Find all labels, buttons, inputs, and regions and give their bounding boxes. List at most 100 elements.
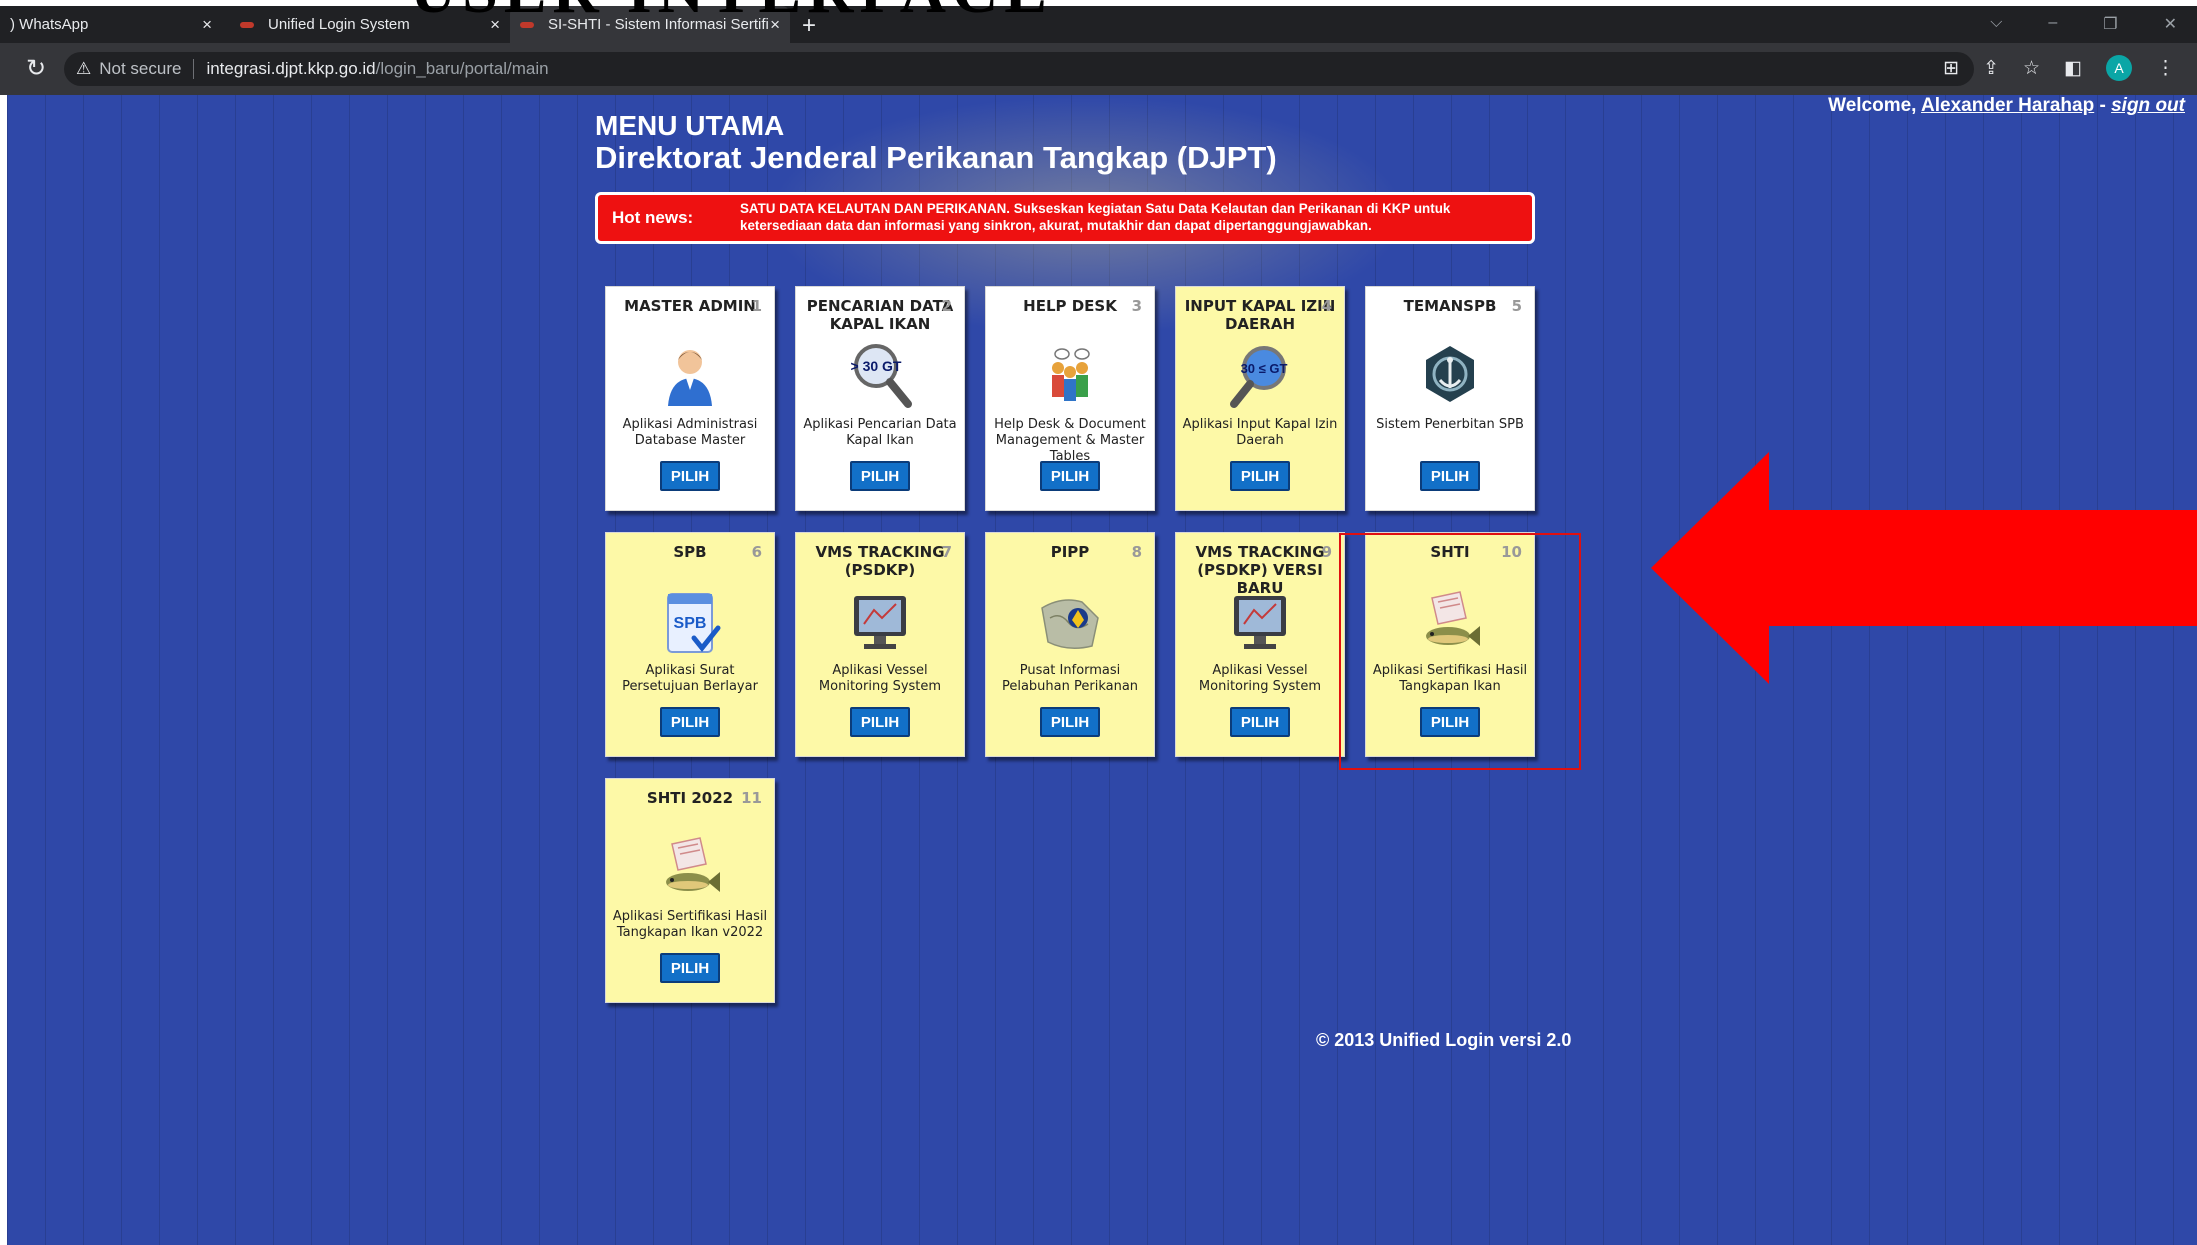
- security-status[interactable]: Not secure: [99, 59, 181, 79]
- close-icon[interactable]: ×: [202, 15, 212, 35]
- profile-avatar[interactable]: A: [2106, 55, 2132, 81]
- address-bar[interactable]: ⚠ Not secure integrasi.djpt.kkp.go.id/lo…: [64, 52, 1974, 86]
- page-subtitle: Direktorat Jenderal Perikanan Tangkap (D…: [595, 140, 1277, 175]
- bookmark-star-icon[interactable]: ☆: [2023, 57, 2040, 80]
- user-icon: [668, 350, 712, 406]
- reload-icon[interactable]: ↻: [26, 54, 46, 83]
- sign-out-link[interactable]: sign out: [2111, 95, 2185, 116]
- close-window-icon[interactable]: ✕: [2164, 14, 2177, 34]
- overlay-heading: USER INTERFACE: [410, 0, 1053, 28]
- card-description: Aplikasi Vessel Monitoring System: [818, 663, 942, 694]
- pilih-button[interactable]: PILIH: [850, 707, 910, 737]
- pilih-button[interactable]: PILIH: [660, 953, 720, 983]
- card-number: 11: [741, 789, 762, 807]
- card-description: Sistem Penerbitan SPB: [1376, 417, 1524, 432]
- card-number: 2: [941, 297, 952, 315]
- share-icon[interactable]: ⇪: [1983, 57, 1999, 80]
- url-host: integrasi.djpt.kkp.go.id: [206, 59, 376, 78]
- warning-icon[interactable]: ⚠: [76, 59, 91, 79]
- card-description: Pusat Informasi Pelabuhan Perikanan: [1001, 663, 1139, 694]
- app-card-input-kapal-izin-daerah: INPUT KAPAL IZIN DAERAH 4 30 ≤ GT Aplika…: [1175, 286, 1345, 511]
- card-description: Aplikasi Pencarian Data Kapal Ikan: [803, 417, 957, 448]
- welcome-prefix: Welcome,: [1828, 95, 1922, 116]
- site-favicon-icon: [240, 21, 254, 28]
- spb-document-icon: SPB: [667, 593, 721, 653]
- pilih-button[interactable]: PILIH: [1230, 461, 1290, 491]
- side-panel-icon[interactable]: ◧: [2064, 57, 2082, 80]
- card-number: 3: [1131, 297, 1142, 315]
- tab-search-icon[interactable]: ⌵: [1990, 14, 2002, 34]
- helpdesk-people-icon: [1052, 348, 1090, 401]
- user-name-link[interactable]: Alexander Harahap: [1921, 95, 2094, 116]
- card-title: PENCARIAN DATA KAPAL IKAN: [806, 297, 954, 333]
- pilih-button[interactable]: PILIH: [1040, 461, 1100, 491]
- toolbar-icons: ⊞ ⇪ ☆ ◧ A ⋮: [1943, 55, 2175, 81]
- card-title: PIPP: [1050, 543, 1090, 561]
- card-title: SPB: [673, 543, 707, 561]
- hot-news-ticker: Hot news: SATU DATA KELAUTAN DAN PERIKAN…: [595, 192, 1535, 244]
- url-path: /login_baru/portal/main: [375, 59, 549, 78]
- app-card-vms-tracking-versi-baru: VMS TRACKING (PSDKP) VERSI BARU 9 Aplika…: [1175, 532, 1345, 757]
- welcome-bar: Welcome, Alexander Harahap - sign out: [1828, 95, 2185, 117]
- card-number: 5: [1511, 297, 1522, 315]
- card-title: MASTER ADMIN: [624, 297, 756, 315]
- pilih-button[interactable]: PILIH: [1040, 707, 1100, 737]
- anchor-wheel-icon: [1426, 346, 1474, 402]
- translate-icon[interactable]: ⊞: [1943, 57, 1959, 80]
- app-card-spb: SPB 6 SPB Aplikasi Surat Persetujuan Ber…: [605, 532, 775, 757]
- app-card-shti-2022: SHTI 2022 11 Aplikasi Sertifikasi Hasil …: [605, 778, 775, 1003]
- card-number: 7: [941, 543, 952, 561]
- restore-icon[interactable]: ❐: [2103, 14, 2117, 34]
- fish-certificate-icon: [666, 837, 720, 892]
- pipp-map-icon: [1041, 599, 1099, 649]
- hot-news-text[interactable]: SATU DATA KELAUTAN DAN PERIKANAN. Sukses…: [740, 200, 1510, 234]
- card-title: INPUT KAPAL IZIN DAERAH: [1184, 297, 1336, 333]
- monitor-icon: [1234, 596, 1286, 649]
- browser-tab-bar: ) WhatsApp × Unified Login System × SI-S…: [0, 6, 2197, 43]
- pilih-button[interactable]: PILIH: [660, 461, 720, 491]
- app-card-vms-tracking-psdkp: VMS TRACKING (PSDKP) 7 Aplikasi Vessel M…: [795, 532, 965, 757]
- app-card-help-desk: HELP DESK 3 Help Desk & Document Managem…: [985, 286, 1155, 511]
- browser-toolbar: ↻ ⚠ Not secure integrasi.djpt.kkp.go.id /…: [0, 43, 2197, 95]
- card-number: 9: [1321, 543, 1332, 561]
- tab-title: ) WhatsApp: [10, 16, 89, 33]
- magnifier-30gt-icon: 30 ≤ GT: [1230, 346, 1288, 408]
- window-controls: ⌵ – ❐ ✕: [1990, 14, 2177, 34]
- welcome-separator: -: [2094, 95, 2112, 116]
- tab-whatsapp[interactable]: ) WhatsApp ×: [0, 6, 222, 43]
- app-card-pencarian-data-kapal-ikan: PENCARIAN DATA KAPAL IKAN 2 > 30 GT Apli…: [795, 286, 965, 511]
- card-title: HELP DESK: [1023, 297, 1117, 315]
- card-description: Help Desk & Document Management & Master…: [994, 417, 1146, 464]
- card-number: 8: [1131, 543, 1142, 561]
- monitor-icon: [854, 596, 906, 649]
- card-description: Aplikasi Input Kapal Izin Daerah: [1182, 417, 1338, 448]
- pilih-button[interactable]: PILIH: [1420, 461, 1480, 491]
- portal-page: Welcome, Alexander Harahap - sign out ME…: [7, 95, 2197, 1245]
- menu-kebab-icon[interactable]: ⋮: [2156, 57, 2175, 80]
- card-description: Aplikasi Administrasi Database Master: [622, 417, 758, 448]
- card-number: 4: [1321, 297, 1332, 315]
- card-description: Aplikasi Vessel Monitoring System: [1198, 663, 1322, 694]
- pilih-button[interactable]: PILIH: [850, 461, 910, 491]
- divider: [193, 59, 195, 79]
- card-description: Aplikasi Surat Persetujuan Berlayar: [622, 663, 758, 694]
- card-title: VMS TRACKING (PSDKP): [815, 543, 945, 579]
- icon-label: 30 ≤ GT: [1241, 361, 1288, 376]
- minimize-icon[interactable]: –: [2048, 14, 2057, 34]
- card-number: 6: [751, 543, 762, 561]
- icon-label: > 30 GT: [851, 358, 902, 374]
- card-description: Aplikasi Sertifikasi Hasil Tangkapan Ika…: [612, 909, 768, 940]
- pilih-button[interactable]: PILIH: [660, 707, 720, 737]
- app-card-temanspb: TEMANSPB 5 Sistem Penerbitan SPB PILIH: [1365, 286, 1535, 511]
- pilih-button[interactable]: PILIH: [1230, 707, 1290, 737]
- magnifier-30gt-icon: > 30 GT: [851, 344, 912, 408]
- footer-copyright: © 2013 Unified Login versi 2.0: [1316, 1030, 1572, 1050]
- red-pointer-arrow-icon: [1651, 452, 2197, 684]
- app-card-master-admin: MASTER ADMIN 1 Aplikasi Administrasi Dat…: [605, 286, 775, 511]
- hot-news-label: Hot news:: [612, 208, 694, 227]
- app-card-pipp: PIPP 8 Pusat Informasi Pelabuhan Perikan…: [985, 532, 1155, 757]
- page-title: MENU UTAMA: [595, 110, 785, 141]
- card-number: 1: [751, 297, 762, 315]
- tab-title: Unified Login System: [268, 16, 410, 33]
- icon-label: SPB: [674, 615, 707, 632]
